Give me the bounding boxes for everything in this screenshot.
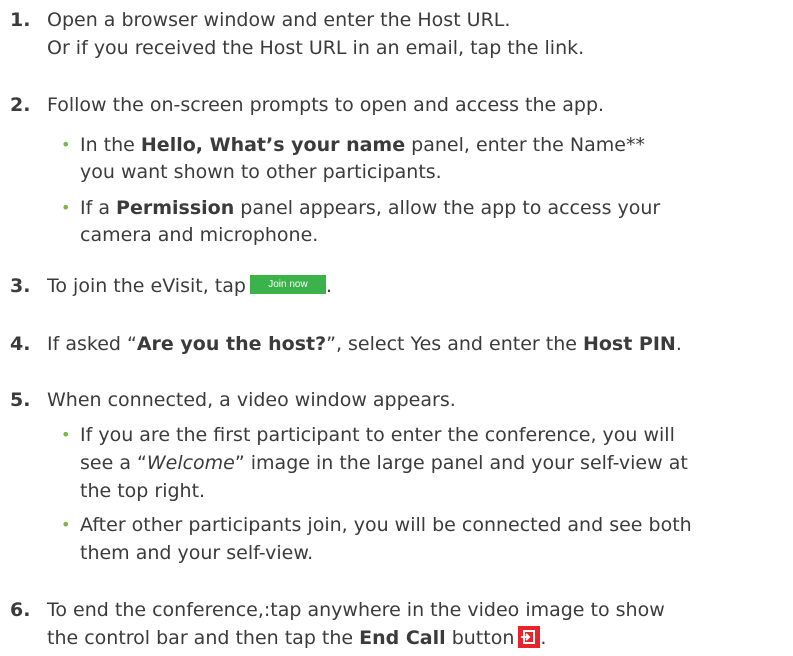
step-number: 2. [10, 94, 31, 116]
step-number: 1. [10, 9, 31, 31]
step-text: Or if you received the Host URL in an em… [47, 37, 585, 59]
bullet-text: the top right. [80, 480, 206, 502]
bullet-text: If a Permission panel appears, allow the… [80, 197, 661, 219]
step-number: 4. [10, 333, 31, 355]
bullet-text: If you are the first participant to ente… [80, 424, 675, 446]
bullet-text: you want shown to other participants. [80, 161, 442, 183]
step-number: 3. [10, 275, 31, 297]
bullet-marker: • [61, 425, 71, 444]
bullet-marker: • [61, 198, 71, 217]
bullet-text: them and your self-view. [80, 542, 314, 564]
bullet-text: In the Hello, What’s your name panel, en… [80, 134, 645, 156]
step-number: 6. [10, 599, 31, 621]
instructions-document: 1. Open a browser window and enter the H… [0, 0, 793, 656]
bullet-text: After other participants join, you will … [80, 514, 692, 536]
step-number: 5. [10, 389, 31, 411]
step-text: To join the eVisit, tap Join now. [47, 275, 332, 297]
join-now-button[interactable]: Join now [249, 275, 326, 294]
bullet-marker: • [61, 515, 71, 534]
step-text: Follow the on-screen prompts to open and… [47, 94, 605, 116]
step-text: To end the conference,:tap anywhere in t… [47, 599, 665, 621]
step-text: When connected, a video window appears. [47, 389, 456, 411]
bullet-text: see a “Welcome” image in the large panel… [80, 452, 688, 474]
end-call-icon[interactable] [518, 625, 541, 648]
bullet-text: camera and microphone. [80, 224, 319, 246]
step-text: Open a browser window and enter the Host… [47, 9, 511, 31]
step-text: If asked “Are you the host?”, select Yes… [47, 333, 682, 355]
bullet-marker: • [61, 135, 71, 154]
step-text: the control bar and then tap the End Cal… [47, 625, 547, 649]
